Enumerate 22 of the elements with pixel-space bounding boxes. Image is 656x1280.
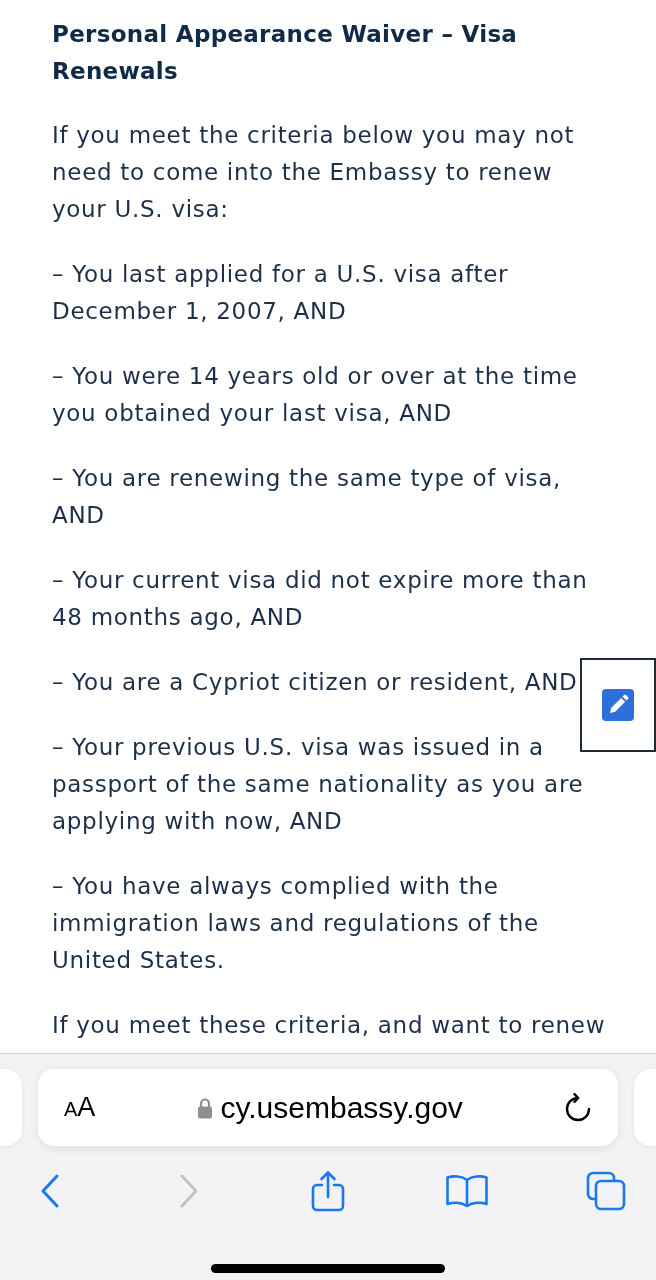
tabs-icon xyxy=(586,1171,626,1211)
criterion-paragraph: – You were 14 years old or over at the time you obtained your last visa, AND xyxy=(52,362,579,428)
reload-icon xyxy=(564,1092,592,1123)
share-icon xyxy=(311,1170,345,1212)
intro-paragraph: If you meet the criteria below you may not need to come into the Embassy to renew your U.S. visa: xyxy=(52,121,576,224)
criterion-paragraph: – Your previous U.S. visa was issued in a passport of the same nationality as you are applying with now, AND xyxy=(52,733,585,836)
text-size-button[interactable]: AA xyxy=(64,1094,96,1121)
criterion-paragraph: – You are renewing the same type of visa, AND xyxy=(52,464,563,530)
chevron-left-icon xyxy=(40,1174,60,1208)
edit-button[interactable] xyxy=(580,658,656,752)
article-heading: Personal Appearance Waiver – Visa Renewals xyxy=(52,20,519,86)
criterion-paragraph: – Your current visa did not expire more than 48 months ago, AND xyxy=(52,566,589,632)
address-bar[interactable]: AA cy.usembassy.gov xyxy=(38,1069,618,1146)
chevron-right-icon xyxy=(179,1174,199,1208)
criterion-paragraph: – You last applied for a U.S. visa after December 1, 2007, AND xyxy=(52,260,510,326)
criterion-paragraph: – You have always complied with the immigration laws and regulations of the United States. xyxy=(52,872,540,975)
pencil-icon xyxy=(602,689,634,721)
criterion-paragraph: – You are a Cypriot citizen or resident, AND xyxy=(52,668,579,697)
closing-paragraph: If you meet these criteria, and want to renew xyxy=(52,1011,607,1040)
url-text[interactable]: cy.usembassy.gov xyxy=(220,1091,463,1124)
reload-button[interactable] xyxy=(564,1092,592,1123)
book-icon xyxy=(445,1174,489,1208)
